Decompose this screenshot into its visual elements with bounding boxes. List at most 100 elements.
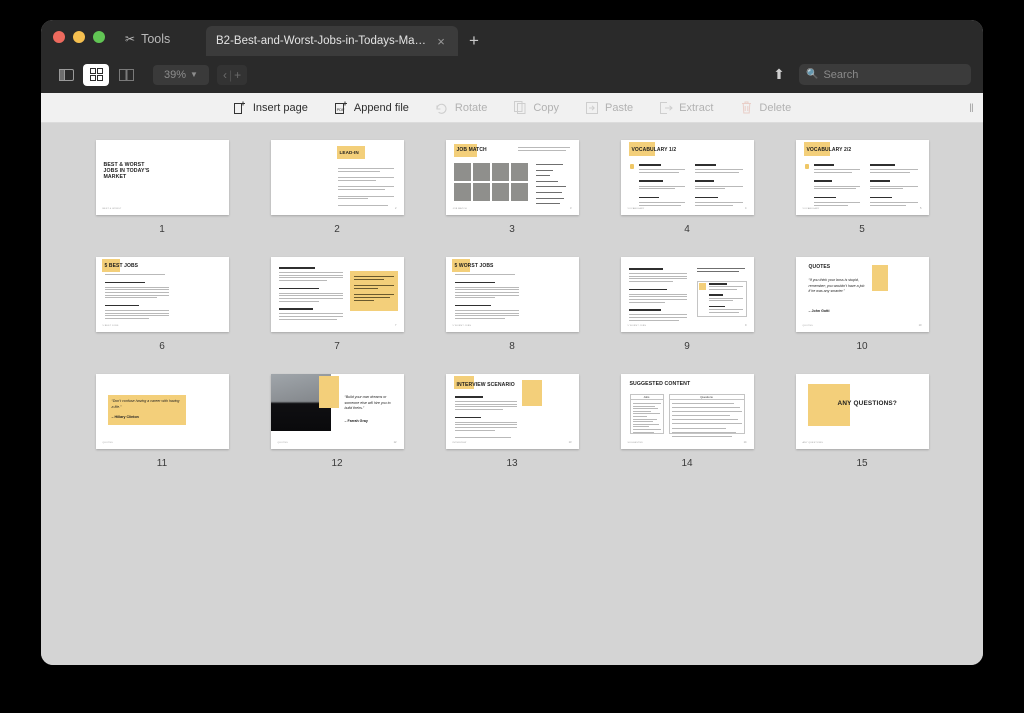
page-cell[interactable]: VOCABULARY 2/2 VOCABULARY 5 5	[795, 140, 929, 235]
page-thumbnail-8[interactable]: 5 WORST JOBS 5 WORST JOBS	[445, 257, 579, 332]
slide-page-number: 7	[395, 324, 397, 327]
page-cell[interactable]: 5 BEST JOBS 5 BEST JOBS 6	[95, 257, 229, 352]
slide-title: 5 WORST JOBS	[454, 263, 494, 269]
rotate-label: Rotate	[454, 101, 488, 114]
page-number: 2	[334, 224, 340, 235]
page-thumbnail-12[interactable]: “Build your own dreams or someone else w…	[270, 374, 404, 449]
page-cell[interactable]: JOB MATCH JOB MATCH 3 3	[445, 140, 579, 235]
slide-page-number: 14	[743, 441, 747, 444]
zoom-level-selector[interactable]: 39% ▼	[153, 64, 209, 85]
page-cell[interactable]: BEST & WORST JOBS IN TODAY'S MARKET BEST…	[95, 140, 229, 235]
extract-label: Extract	[679, 101, 714, 114]
slide-title: QUOTES	[808, 264, 831, 270]
search-placeholder: Search	[823, 68, 859, 81]
close-icon[interactable]: ×	[434, 35, 448, 48]
page-thumbnail-2[interactable]: LEAD-IN 2	[270, 140, 404, 215]
page-nav-separator: |	[229, 67, 233, 82]
slide-footer: 5 BEST JOBS	[102, 325, 119, 327]
slide-title: 5 BEST JOBS	[104, 263, 139, 269]
slide-quote: “If you think your boss is stupid, remem…	[808, 278, 865, 294]
page-number: 10	[856, 341, 868, 352]
slide-title: JOB MATCH	[456, 147, 487, 153]
paste-icon	[585, 101, 599, 115]
slide-page-number: 2	[395, 207, 397, 210]
app-window: ✂ Tools B2-Best-and-Worst-Jobs-in-Todays…	[41, 20, 983, 665]
new-tab-button[interactable]: +	[465, 32, 483, 49]
insert-page-icon	[233, 101, 247, 115]
page-cell[interactable]: “Don’t confuse having a career with havi…	[95, 374, 229, 469]
page-thumbnail-4[interactable]: VOCABULARY 1/2 VOCABULARY 4	[620, 140, 754, 215]
thumbnail-canvas[interactable]: BEST & WORST JOBS IN TODAY'S MARKET BEST…	[41, 123, 983, 665]
slide-page-number: 13	[568, 441, 572, 444]
copy-label: Copy	[533, 101, 560, 114]
page-cell[interactable]: LEAD-IN 2 2	[270, 140, 404, 235]
slide-footer: BEST & WORST	[102, 208, 122, 210]
page-thumbnail-15[interactable]: ANY QUESTIONS? ANY QUESTIONS	[795, 374, 929, 449]
append-file-button[interactable]: PDF Append file	[334, 101, 409, 115]
insert-page-label: Insert page	[252, 101, 308, 114]
close-window-button[interactable]	[53, 31, 65, 43]
page-thumbnail-7[interactable]: 7	[270, 257, 404, 332]
titlebar: ✂ Tools B2-Best-and-Worst-Jobs-in-Todays…	[41, 20, 983, 56]
slide-title: VOCABULARY 2/2	[806, 147, 852, 153]
rotate-button[interactable]: Rotate	[435, 101, 487, 115]
slide-title: BEST & WORST JOBS IN TODAY'S MARKET	[103, 162, 150, 181]
copy-button[interactable]: Copy	[513, 101, 559, 115]
page-cell[interactable]: SUGGESTED CONTENT Jobs Questions SUGGEST…	[620, 374, 754, 469]
page-cell[interactable]: “Build your own dreams or someone else w…	[270, 374, 404, 469]
slide-footer: VOCABULARY	[802, 208, 820, 210]
page-navigation[interactable]: ‹ | +	[217, 64, 248, 85]
page-number: 7	[334, 341, 340, 352]
search-icon: 🔍	[806, 69, 819, 80]
page-thumbnail-9[interactable]: 5 WORST JOBS 9	[620, 257, 754, 332]
page-number: 9	[684, 341, 690, 352]
extract-icon	[659, 101, 673, 115]
grid-thumbnails-icon[interactable]	[83, 63, 109, 86]
slide-footer: ANY QUESTIONS	[802, 442, 824, 444]
page-number: 6	[159, 341, 165, 352]
svg-text:PDF: PDF	[336, 107, 345, 112]
search-input[interactable]: 🔍 Search	[799, 64, 971, 85]
page-thumbnail-11[interactable]: “Don’t confuse having a career with havi…	[95, 374, 229, 449]
delete-label: Delete	[759, 101, 792, 114]
page-thumbnail-6[interactable]: 5 BEST JOBS 5 BEST JOBS	[95, 257, 229, 332]
page-number: 15	[856, 458, 868, 469]
action-bar: Insert page PDF Append file Rotate Copy …	[41, 93, 983, 123]
facing-pages-icon[interactable]	[113, 64, 139, 86]
tab-title: B2-Best-and-Worst-Jobs-in-Todays-Market	[216, 35, 428, 47]
right-sidebar-icon[interactable]: ‖	[969, 101, 974, 115]
share-icon[interactable]: ⬆	[771, 66, 787, 83]
page-cell[interactable]: 5 WORST JOBS 5 WORST JOBS 8	[445, 257, 579, 352]
paste-button[interactable]: Paste	[585, 101, 633, 115]
document-tab[interactable]: B2-Best-and-Worst-Jobs-in-Todays-Market …	[206, 26, 458, 56]
page-cell[interactable]: QUOTES “If you think your boss is stupid…	[795, 257, 929, 352]
extract-button[interactable]: Extract	[659, 101, 713, 115]
page-cell[interactable]: VOCABULARY 1/2 VOCABULARY 4 4	[620, 140, 754, 235]
page-thumbnail-14[interactable]: SUGGESTED CONTENT Jobs Questions SUGGEST…	[620, 374, 754, 449]
zoom-level-value: 39%	[164, 68, 187, 81]
slide-footer: VOCABULARY	[627, 208, 645, 210]
slide-title: ANY QUESTIONS?	[837, 400, 897, 407]
page-next-button[interactable]: +	[234, 68, 241, 82]
tools-button[interactable]: ✂ Tools	[119, 28, 176, 50]
minimize-window-button[interactable]	[73, 31, 85, 43]
slide-quote: “Build your own dreams or someone else w…	[344, 395, 391, 411]
page-thumbnail-10[interactable]: QUOTES “If you think your boss is stupid…	[795, 257, 929, 332]
page-cell[interactable]: ANY QUESTIONS? ANY QUESTIONS 15	[795, 374, 929, 469]
page-thumbnail-13[interactable]: INTERVIEW SCENARIO INTERVIEW 13	[445, 374, 579, 449]
page-thumbnail-1[interactable]: BEST & WORST JOBS IN TODAY'S MARKET BEST…	[95, 140, 229, 215]
chevron-down-icon: ▼	[190, 70, 198, 79]
page-thumbnail-3[interactable]: JOB MATCH JOB MATCH 3	[445, 140, 579, 215]
page-cell[interactable]: 7 7	[270, 257, 404, 352]
zoom-window-button[interactable]	[93, 31, 105, 43]
sidebar-panel-icon[interactable]	[53, 64, 79, 86]
page-prev-button[interactable]: ‹	[223, 68, 227, 82]
page-cell[interactable]: INTERVIEW SCENARIO INTERVIEW 13 13	[445, 374, 579, 469]
trash-icon	[739, 101, 753, 115]
insert-page-button[interactable]: Insert page	[233, 101, 308, 115]
page-number: 5	[859, 224, 865, 235]
delete-button[interactable]: Delete	[739, 101, 791, 115]
slide-footer: QUOTES	[802, 325, 813, 327]
page-thumbnail-5[interactable]: VOCABULARY 2/2 VOCABULARY 5	[795, 140, 929, 215]
page-cell[interactable]: 5 WORST JOBS 9 9	[620, 257, 754, 352]
